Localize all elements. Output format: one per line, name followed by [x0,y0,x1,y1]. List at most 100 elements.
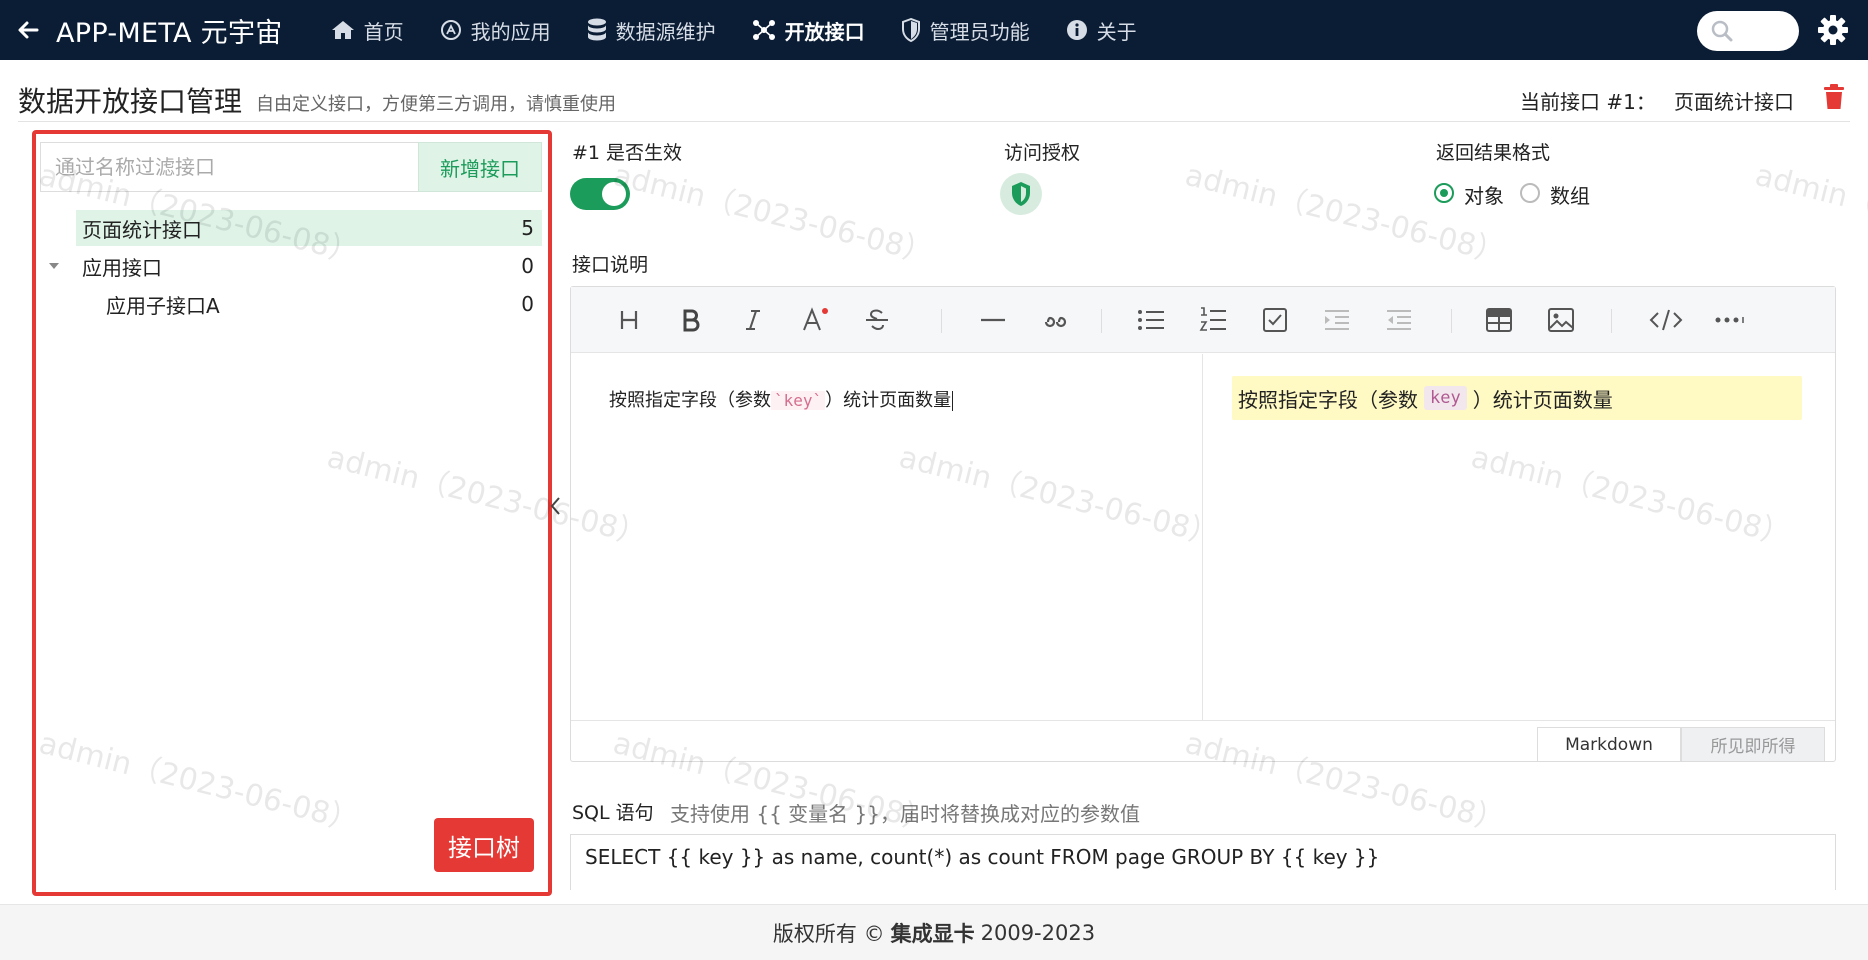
current-api-name: 页面统计接口 [1674,90,1794,114]
api-tree-button[interactable]: 接口树 [434,818,534,872]
preview-inline-code: key [1424,386,1467,410]
sql-label: SQL 语句 [572,802,654,824]
strikethrough-icon[interactable] [863,306,891,334]
toolbar-separator [941,309,942,333]
api-tree-panel: 新增接口 页面统计接口 5 应用接口 0 应用子接口A 0 接口树 [32,130,552,896]
toolbar-separator [1101,309,1102,333]
trash-icon[interactable] [1822,84,1846,110]
watermark: admin（2023-06-08） [1181,157,1509,272]
nav-item-my-apps[interactable]: 我的应用 [422,0,569,60]
ordered-list-icon[interactable] [1199,306,1227,334]
preview-text-before: 按照指定字段（参数 [1238,387,1418,412]
shield-icon [901,18,920,42]
nav-item-admin[interactable]: 管理员功能 [883,0,1048,60]
app-store-icon [440,20,461,40]
enabled-label: #1 是否生效 [572,142,683,164]
tree-item-label: 应用子接口A [106,293,220,318]
watermark: admin（2023-06-08） [1751,157,1868,272]
top-navbar: APP-META 元宇宙 首页 我的应用 数据源维护 开放接口 管理员功能 关于 [0,0,1868,60]
tree-item-count: 0 [521,292,534,316]
heading-icon[interactable] [615,306,643,334]
wysiwyg-mode-tab[interactable]: 所见即所得 [1681,727,1825,761]
nav-item-datasource[interactable]: 数据源维护 [569,0,734,60]
markdown-text-before: 按照指定字段（参数 [609,390,771,411]
page-title: 数据开放接口管理 [18,85,243,118]
description-label: 接口说明 [572,254,649,276]
header-divider [18,121,1850,122]
format-array-radio[interactable] [1520,183,1540,203]
nav-item-open-api[interactable]: 开放接口 [734,0,883,60]
app-brand[interactable]: APP-META 元宇宙 [56,11,283,50]
table-icon[interactable] [1485,306,1513,334]
markdown-inline-code: `key` [771,391,826,410]
markdown-text-after: ）统计页面数量 [825,390,952,411]
auth-label: 访问授权 [1004,142,1081,164]
format-array-label: 数组 [1550,184,1590,208]
page-subtitle: 自由定义接口，方便第三方调用，请慎重使用 [256,94,616,115]
tree-item-count: 0 [521,254,534,278]
preview-text: 按照指定字段（参数 key ）统计页面数量 [1232,376,1802,420]
toolbar-separator [1611,309,1612,333]
copyright-prefix: 版权所有 © [772,921,885,946]
auth-shield-icon[interactable] [1000,173,1042,215]
markdown-source-pane[interactable]: 按照指定字段（参数 `key` ）统计页面数量 [571,354,1203,720]
nav-item-label: 管理员功能 [929,19,1030,44]
image-icon[interactable] [1547,306,1575,334]
format-object-label: 对象 [1464,184,1504,208]
search-icon [1711,20,1733,42]
format-object-radio[interactable] [1434,183,1454,203]
markdown-text: 按照指定字段（参数 `key` ）统计页面数量 [609,386,954,412]
tree-item-app-sub-api[interactable]: 应用子接口A 0 [100,286,542,322]
editor-mode-bar: Markdown 所见即所得 [571,720,1835,761]
home-icon [331,21,354,39]
gear-icon[interactable] [1816,13,1850,47]
watermark: admin（2023-06-08） [609,157,937,272]
filter-input[interactable] [40,142,418,192]
tree-item-page-stats[interactable]: 页面统计接口 5 [76,210,542,246]
nodes-icon [752,20,775,40]
preview-text-after: ）统计页面数量 [1472,387,1613,412]
code-icon[interactable] [1645,306,1687,334]
italic-icon[interactable] [739,306,767,334]
tree-item-count: 5 [521,216,534,240]
database-icon [587,18,606,41]
tree-item-app-api[interactable]: 应用接口 0 [76,248,542,284]
page-footer: 版权所有 © 集成显卡 2009-2023 [0,904,1868,960]
horizontal-rule-icon[interactable] [979,306,1007,334]
text-caret [952,391,954,411]
tree-item-label: 页面统计接口 [82,217,202,242]
nav-item-label: 数据源维护 [615,19,716,44]
nav-item-about[interactable]: 关于 [1048,0,1155,60]
tree-item-label: 应用接口 [82,255,162,280]
info-icon [1066,20,1087,40]
format-label: 返回结果格式 [1436,142,1551,164]
quote-icon[interactable] [1041,306,1069,334]
toolbar-separator [1451,309,1452,333]
copyright-years: 2009-2023 [980,920,1096,945]
nav-item-label: 关于 [1096,19,1137,44]
nav-item-label: 我的应用 [470,19,551,44]
current-api-label: 当前接口 #1： [1520,90,1656,114]
bullet-list-icon[interactable] [1137,306,1165,334]
bold-icon[interactable] [677,306,705,334]
indent-icon[interactable] [1323,306,1351,334]
outdent-icon[interactable] [1385,306,1413,334]
sql-input[interactable]: SELECT {{ key }} as name, count(*) as co… [570,834,1836,890]
chevron-left-icon[interactable] [548,494,564,518]
nav-item-home[interactable]: 首页 [313,0,422,60]
markdown-preview-pane: 按照指定字段（参数 key ）统计页面数量 [1204,354,1835,720]
nav-item-label: 首页 [363,19,404,44]
caret-down-icon[interactable] [46,258,62,274]
back-arrow-icon[interactable] [0,0,56,60]
font-color-icon[interactable] [801,306,829,334]
more-icon[interactable] [1713,306,1749,334]
markdown-editor: 按照指定字段（参数 `key` ）统计页面数量 按照指定字段（参数 key ）统计页面数… [570,286,1836,762]
nav-item-label: 开放接口 [784,19,865,44]
sql-hint: 支持使用 {{ 变量名 }}，届时将替换成对应的参数值 [670,802,1140,826]
search-input[interactable] [1697,11,1799,51]
add-api-button[interactable]: 新增接口 [418,142,542,192]
editor-toolbar [571,287,1835,353]
markdown-mode-tab[interactable]: Markdown [1537,727,1681,761]
enabled-toggle[interactable] [570,178,630,210]
checklist-icon[interactable] [1261,306,1289,334]
